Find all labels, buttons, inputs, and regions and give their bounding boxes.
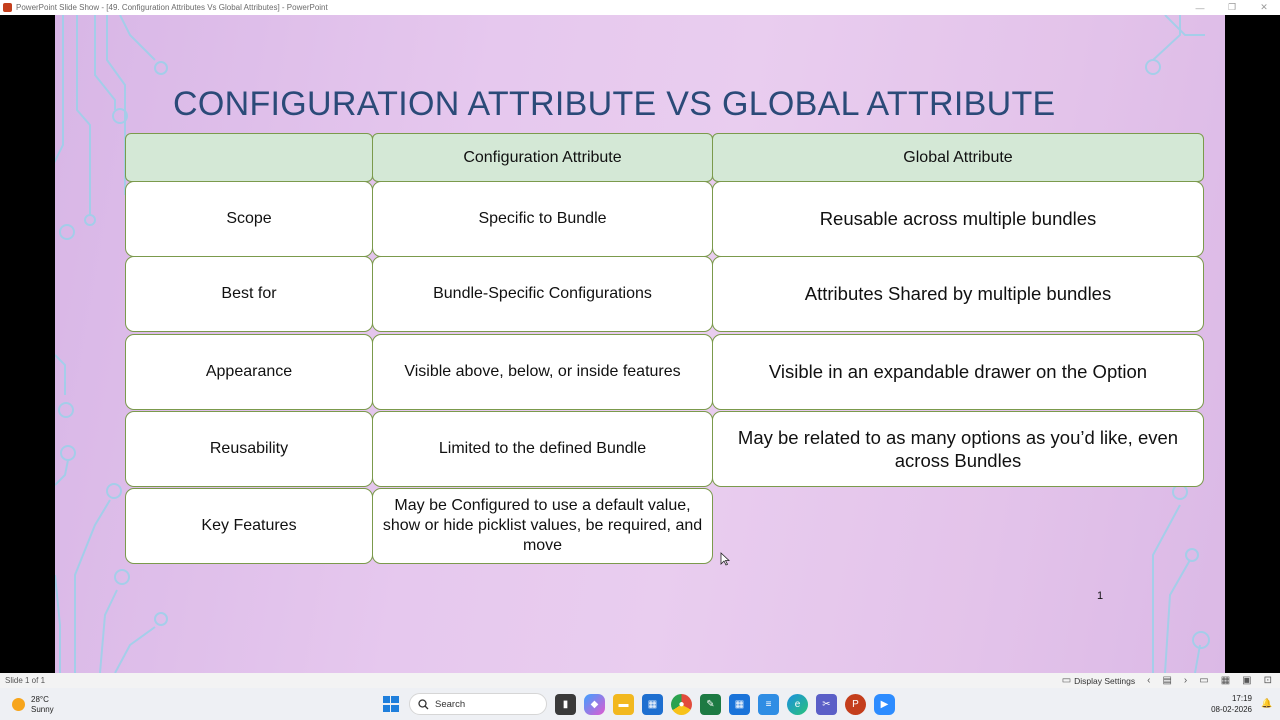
search-label: Search: [435, 698, 466, 710]
row-label-scope: Scope: [125, 181, 373, 257]
weather-widget[interactable]: 28°C Sunny: [12, 695, 54, 714]
cell-config-scope: Specific to Bundle: [372, 181, 713, 257]
taskbar-search[interactable]: Search: [409, 693, 547, 715]
monitor-icon: ▭: [1061, 675, 1072, 686]
status-controls: ▭ Display Settings ‹ ▤ › ▭ ▦ ▣ ⊡: [1062, 673, 1272, 688]
minimize-button[interactable]: —: [1184, 0, 1216, 15]
header-label: Configuration Attribute: [463, 148, 622, 166]
notification-bell-icon[interactable]: 🔔: [1261, 698, 1273, 710]
reading-view-icon[interactable]: ▣: [1242, 675, 1251, 686]
row-label-best-for: Best for: [125, 256, 373, 332]
table-header-configuration: Configuration Attribute: [372, 133, 713, 182]
taskbar-apps: Search ▮ ◆ ▬ ▦ ● ✎ ▦ ≡ e ✂ P ▶: [380, 692, 895, 716]
sun-icon: [12, 698, 25, 712]
copilot-icon[interactable]: ◆: [584, 693, 605, 715]
weather-description: Sunny: [31, 704, 54, 714]
notepad-icon[interactable]: ≡: [758, 693, 779, 715]
cell-text: Specific to Bundle: [478, 210, 607, 227]
cell-global-best-for: Attributes Shared by multiple bundles: [712, 256, 1204, 332]
cell-global-scope: Reusable across multiple bundles: [712, 181, 1204, 257]
excel-icon[interactable]: ✎: [700, 693, 721, 715]
window-controls: — ❐ ✕: [1184, 0, 1280, 15]
row-label-reusability: Reusability: [125, 411, 373, 487]
store-icon[interactable]: ▦: [642, 693, 663, 715]
cell-text: Limited to the defined Bundle: [438, 440, 647, 457]
cell-text: May be related to as many options as you…: [737, 426, 1179, 471]
file-explorer-icon[interactable]: ▬: [613, 693, 634, 715]
clock-time: 17:19: [1231, 694, 1252, 703]
snipping-tool-icon[interactable]: ✂: [816, 693, 837, 715]
task-view-icon[interactable]: ▮: [555, 693, 576, 715]
table-header-global: Global Attribute: [712, 133, 1204, 182]
clock-date: 08-02-2026: [1211, 704, 1252, 714]
cell-text: Visible in an expandable drawer on the O…: [768, 361, 1148, 383]
cell-text: Best for: [221, 285, 277, 302]
normal-view-icon[interactable]: ▭: [1199, 675, 1208, 686]
cell-text: Bundle-Specific Configurations: [433, 285, 652, 302]
cell-text: Key Features: [201, 517, 297, 534]
maximize-button[interactable]: ❐: [1216, 0, 1248, 15]
search-icon: [418, 698, 429, 709]
cell-text: Attributes Shared by multiple bundles: [804, 283, 1112, 305]
weather-temperature: 28°C: [31, 695, 49, 704]
mouse-cursor-icon: [720, 552, 730, 566]
system-clock[interactable]: 17:19 08-02-2026: [1211, 694, 1252, 716]
table-header-empty: [125, 133, 373, 182]
zoom-icon[interactable]: ▶: [874, 693, 895, 715]
cell-text: Reusability: [209, 440, 289, 457]
row-label-appearance: Appearance: [125, 334, 373, 410]
slide-sorter-icon[interactable]: ▦: [1221, 675, 1230, 686]
close-button[interactable]: ✕: [1248, 0, 1280, 15]
cell-config-key-features: May be Configured to use a default value…: [372, 488, 713, 564]
window-title: PowerPoint Slide Show - [49. Configurati…: [16, 3, 328, 12]
cell-global-appearance: Visible in an expandable drawer on the O…: [712, 334, 1204, 410]
edge-icon[interactable]: e: [787, 693, 808, 715]
cell-text: May be Configured to use a default value…: [382, 497, 703, 554]
header-label: Global Attribute: [903, 148, 1013, 166]
slide-canvas[interactable]: CONFIGURATION ATTRIBUTE VS GLOBAL ATTRIB…: [55, 15, 1225, 673]
slide-menu-icon[interactable]: ▤: [1162, 675, 1171, 686]
display-settings-label: Display Settings: [1074, 675, 1136, 686]
cell-text: Scope: [226, 210, 272, 227]
start-button[interactable]: [380, 694, 401, 715]
presentation-status-bar: Slide 1 of 1 ▭ Display Settings ‹ ▤ › ▭ …: [0, 673, 1280, 688]
chrome-icon[interactable]: ●: [671, 693, 692, 715]
cell-global-reusability: May be related to as many options as you…: [712, 411, 1204, 487]
display-settings-button[interactable]: ▭ Display Settings: [1062, 675, 1135, 686]
cell-config-appearance: Visible above, below, or inside features: [372, 334, 713, 410]
row-label-key-features: Key Features: [125, 488, 373, 564]
powerpoint-icon: [3, 3, 12, 12]
powerpoint-taskbar-icon[interactable]: P: [845, 693, 866, 715]
cell-config-best-for: Bundle-Specific Configurations: [372, 256, 713, 332]
cell-text: Visible above, below, or inside features: [404, 363, 681, 380]
cell-text: Appearance: [205, 363, 293, 380]
slide-count: Slide 1 of 1: [5, 676, 46, 685]
cell-config-reusability: Limited to the defined Bundle: [372, 411, 713, 487]
windows-app-icon[interactable]: ▦: [729, 693, 750, 715]
window-title-bar: PowerPoint Slide Show - [49. Configurati…: [0, 0, 1280, 15]
slide-number: 1: [1097, 590, 1104, 602]
windows-taskbar: 28°C Sunny Search ▮ ◆ ▬ ▦ ● ✎ ▦ ≡ e ✂ P …: [0, 688, 1280, 720]
slide-title: CONFIGURATION ATTRIBUTE VS GLOBAL ATTRIB…: [173, 85, 1056, 123]
cell-text: Reusable across multiple bundles: [819, 208, 1097, 230]
slideshow-view-icon[interactable]: ⊡: [1264, 675, 1272, 686]
windows-logo-icon: [382, 696, 399, 712]
previous-slide-icon[interactable]: ‹: [1147, 675, 1150, 686]
next-slide-icon[interactable]: ›: [1184, 675, 1187, 686]
